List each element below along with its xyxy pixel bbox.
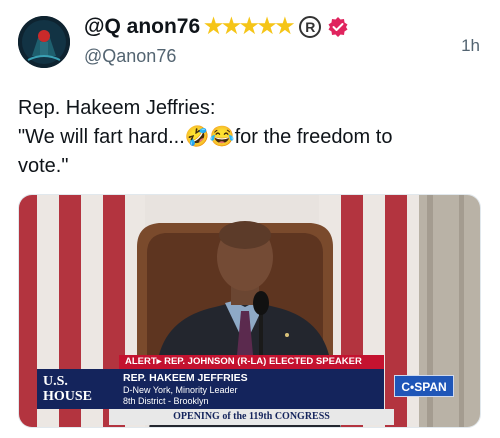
lower-third-name: REP. HAKEEM JEFFRIES: [123, 372, 248, 384]
star-icons: ★★★★★: [204, 15, 294, 38]
news-ticker: ALERT▸ REP. JOHNSON (R-LA) ELECTED SPEAK…: [19, 355, 480, 427]
video-media[interactable]: ALERT▸ REP. JOHNSON (R-LA) ELECTED SPEAK…: [18, 194, 481, 428]
house-logo-line1: U.S.: [43, 374, 68, 389]
display-name-text: @Q anon76: [84, 14, 201, 38]
opening-bar: OPENING of the 119th CONGRESS: [109, 409, 394, 425]
lower-third-title: D-New York, Minority Leader: [123, 385, 238, 395]
display-name[interactable]: @Q anon76 ★★★★★ R: [84, 14, 349, 39]
registered-mark-icon: R: [299, 15, 322, 38]
tweet-line-1: Rep. Hakeem Jeffries:: [18, 97, 216, 119]
lower-third: REP. HAKEEM JEFFRIES D-New York, Minorit…: [109, 369, 384, 409]
verified-badge-icon: [327, 16, 349, 38]
lower-third-district: 8th District - Brooklyn: [123, 396, 209, 406]
timestamp[interactable]: 1h: [461, 36, 480, 56]
house-logo-line2: HOUSE: [43, 389, 93, 404]
avatar[interactable]: [18, 16, 70, 68]
cspan-logo: C•SPAN: [394, 375, 454, 397]
alert-text: REP. JOHNSON (R-LA) ELECTED SPEAKER: [164, 356, 362, 367]
alert-bar: ALERT▸ REP. JOHNSON (R-LA) ELECTED SPEAK…: [119, 355, 384, 369]
user-handle[interactable]: @Qanon76: [84, 46, 176, 67]
emoji-laughing-icon: 🤣😂: [184, 126, 235, 148]
tweet-line-2: "We will fart hard...🤣😂for the freedom t…: [18, 123, 488, 152]
tweet-line-2-start: "We will fart hard...: [18, 126, 185, 148]
us-house-logo: U.S. HOUSE: [37, 369, 109, 409]
alert-label: ALERT▸: [125, 356, 162, 367]
tweet-line-3: vote.": [18, 155, 69, 177]
tweet-line-2-end: for the freedom to: [234, 126, 393, 148]
tweet-text: Rep. Hakeem Jeffries: "We will fart hard…: [18, 94, 488, 181]
